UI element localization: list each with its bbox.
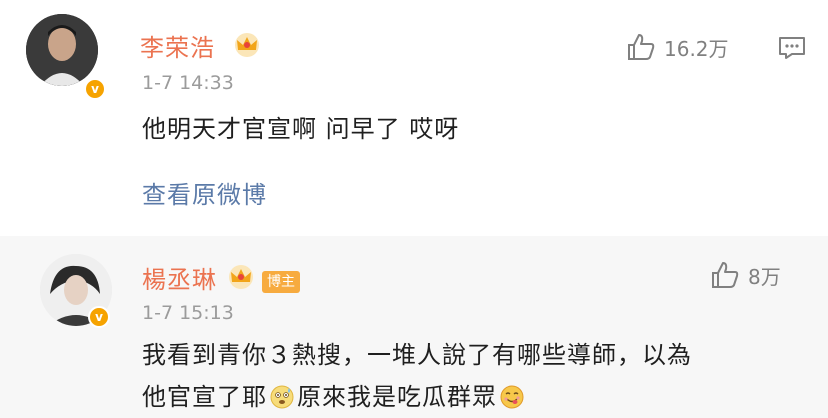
blogger-tag: 博主 bbox=[262, 271, 300, 293]
thumbs-up-icon bbox=[712, 262, 739, 288]
comment-time: 1-7 15:13 bbox=[142, 302, 234, 324]
avatar[interactable] bbox=[26, 14, 98, 86]
like-count: 8万 bbox=[748, 264, 781, 289]
yum-emoji-icon bbox=[500, 385, 524, 409]
verified-badge-icon: v bbox=[88, 306, 110, 328]
author-name[interactable]: 李荣浩 bbox=[140, 28, 215, 63]
author-name[interactable]: 楊丞琳 bbox=[142, 260, 217, 295]
comment-bubble-icon[interactable] bbox=[778, 36, 806, 60]
view-original-link[interactable]: 查看原微博 bbox=[142, 175, 267, 210]
comment-text-line2b: 原來我是吃瓜群眾 bbox=[297, 383, 497, 411]
comment-item: v 楊丞琳 博主 1-7 15:13 8万 我看到青你３熱搜，一堆人說了有哪些導… bbox=[0, 236, 828, 418]
comment-text-line2a: 他官宣了耶 bbox=[142, 383, 267, 411]
thumbs-up-icon bbox=[628, 34, 655, 60]
like-button[interactable]: 8万 bbox=[710, 260, 781, 290]
comment-item: v 李荣浩 1-7 14:33 16.2万 他明天才官宣啊 问早了 哎呀 查看原… bbox=[0, 0, 828, 236]
comment-text: 他明天才官宣啊 问早了 哎呀 bbox=[142, 115, 460, 143]
sweat-emoji-icon bbox=[270, 385, 294, 409]
crown-icon bbox=[229, 265, 253, 289]
avatar-image bbox=[26, 14, 98, 86]
comment-text: 我看到青你３熱搜，一堆人說了有哪些導師，以為 他官宣了耶 原來我是吃瓜群眾 bbox=[142, 334, 782, 418]
verified-badge-icon: v bbox=[84, 78, 106, 100]
like-count: 16.2万 bbox=[664, 36, 729, 61]
like-button[interactable]: 16.2万 bbox=[626, 32, 729, 62]
crown-icon bbox=[235, 33, 259, 57]
comment-time: 1-7 14:33 bbox=[142, 72, 234, 94]
comment-text-line1: 我看到青你３熱搜，一堆人說了有哪些導師，以為 bbox=[142, 341, 692, 369]
